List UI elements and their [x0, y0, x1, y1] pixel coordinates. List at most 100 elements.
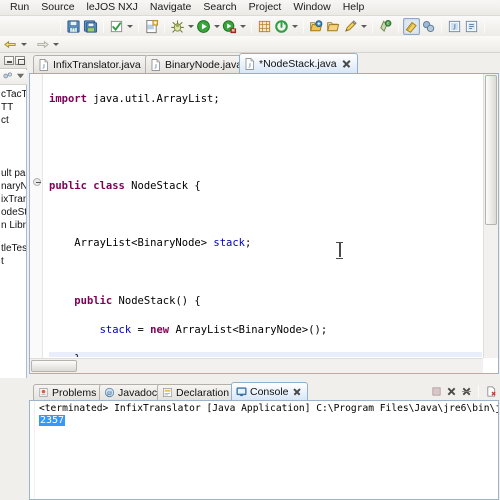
previous-annotation-icon[interactable] [2, 36, 19, 53]
editor-tab-nodestack[interactable]: J *NodeStack.java [239, 53, 358, 73]
tree-item[interactable]: TT [0, 101, 26, 114]
code-line: public class NodeStack { [49, 179, 201, 192]
perspective-other-icon[interactable] [420, 18, 437, 35]
main-toolbar: c J [0, 16, 500, 36]
tree-item[interactable]: cTacTo [0, 88, 26, 101]
close-icon[interactable] [342, 59, 351, 68]
new-element-icon[interactable] [256, 18, 273, 35]
svg-text:c: c [387, 20, 389, 25]
tree-item[interactable]: naryNod [0, 180, 26, 193]
run-external-icon[interactable] [221, 18, 238, 35]
fold-marker-icon[interactable] [33, 178, 41, 186]
scrollbar-thumb[interactable] [485, 75, 497, 225]
run-dropdown-icon[interactable] [212, 18, 221, 35]
tree-item[interactable]: odeStack [0, 206, 26, 219]
save-icon[interactable] [65, 18, 82, 35]
editor-tab-label: InfixTranslator.java [53, 58, 141, 71]
package-explorer-header [0, 53, 27, 69]
remove-all-terminated-icon[interactable] [459, 384, 473, 398]
menu-item-search[interactable]: Search [197, 0, 242, 15]
collapse-icon[interactable] [463, 18, 480, 35]
console-selected-text: 2357 [39, 415, 66, 426]
remove-launch-icon[interactable] [444, 384, 458, 398]
new-java-file-icon[interactable] [143, 18, 160, 35]
open-type-icon[interactable] [308, 18, 325, 35]
editor-tab-bar: J InfixTranslator.java J BinaryNode.java… [29, 53, 500, 73]
code-content[interactable]: import java.util.ArrayList; public class… [49, 78, 482, 357]
tree-item[interactable]: ct [0, 114, 26, 127]
run-external-dropdown-icon[interactable] [238, 18, 247, 35]
editor-area: J InfixTranslator.java J BinaryNode.java… [27, 53, 500, 378]
check-icon[interactable] [108, 18, 125, 35]
refresh-dropdown-icon[interactable] [290, 18, 299, 35]
toolbar-separator [478, 384, 479, 398]
scrollbar-thumb[interactable] [31, 360, 77, 372]
tree-item[interactable]: ult packa [0, 167, 26, 180]
perspective-java-icon[interactable] [403, 17, 420, 35]
terminate-icon[interactable] [429, 384, 443, 398]
editor-vertical-scrollbar[interactable] [483, 74, 498, 358]
editor-tab-binarynode[interactable]: J BinaryNode.java [145, 55, 250, 73]
console-output[interactable]: <terminated> InfixTranslator [Java Appli… [29, 400, 499, 500]
tree-item[interactable]: tleTest [0, 242, 26, 255]
console-toolbar [429, 383, 498, 399]
debug-dropdown-icon[interactable] [186, 18, 195, 35]
toolbar-separator [103, 19, 104, 33]
editor-tab-infixtranslator[interactable]: J InfixTranslator.java [33, 55, 148, 73]
tab-declaration[interactable]: Declaration [157, 384, 237, 400]
editor-horizontal-scrollbar[interactable] [30, 358, 483, 373]
debug-icon[interactable] [169, 18, 186, 35]
tab-problems[interactable]: Problems [33, 384, 104, 400]
search-icon[interactable]: c [377, 18, 394, 35]
maximize-view-button[interactable] [15, 56, 25, 65]
editor-tab-label: *NodeStack.java [259, 57, 337, 70]
toolbar-separator [60, 19, 61, 33]
tab-javadoc[interactable]: @ Javadoc [99, 384, 165, 400]
tree-item[interactable]: n Librar [0, 219, 26, 232]
check-dropdown-icon[interactable] [125, 18, 134, 35]
tab-console[interactable]: Console [231, 382, 308, 400]
save-all-icon[interactable] [82, 18, 99, 35]
toolbar-separator [484, 19, 485, 33]
marker-icon[interactable] [342, 18, 359, 35]
next-annotation-icon[interactable] [34, 36, 51, 53]
previous-annotation-dropdown-icon[interactable] [19, 36, 28, 53]
tree-item[interactable]: t [0, 255, 26, 268]
view-menu-icon[interactable] [2, 70, 14, 85]
console-tab-bar: Problems @ Javadoc Declaration Console [29, 382, 500, 400]
link-editor-icon[interactable]: J [446, 18, 463, 35]
next-annotation-dropdown-icon[interactable] [51, 36, 60, 53]
open-task-icon[interactable] [325, 18, 342, 35]
marker-dropdown-icon[interactable] [359, 18, 368, 35]
minimize-view-button[interactable] [4, 56, 14, 65]
java-editor[interactable]: import java.util.ArrayList; public class… [29, 73, 499, 374]
package-explorer-toolbar [0, 70, 27, 85]
console-left-rail [30, 401, 35, 499]
run-icon[interactable] [195, 18, 212, 35]
code-line-current: } [49, 351, 482, 357]
menu-item-run[interactable]: Run [4, 0, 35, 15]
svg-text:J: J [453, 22, 456, 31]
toolbar-separator [303, 19, 304, 33]
package-explorer-tree[interactable]: cTacTo TT ct ult packa naryNod ixTransl … [0, 86, 26, 378]
tab-label: Javadoc [118, 386, 158, 399]
view-dropdown-icon[interactable] [16, 71, 25, 83]
toolbar-separator [441, 19, 442, 33]
refresh-icon[interactable] [273, 18, 290, 35]
menu-item-window[interactable]: Window [287, 0, 336, 15]
menu-item-help[interactable]: Help [337, 0, 371, 15]
close-icon[interactable] [293, 388, 301, 396]
menu-item-project[interactable]: Project [243, 0, 288, 15]
svg-text:@: @ [107, 390, 113, 397]
clear-console-icon[interactable] [484, 384, 498, 398]
menu-item-lejos-nxj[interactable]: leJOS NXJ [81, 0, 144, 15]
editor-folding-gutter[interactable] [30, 74, 43, 373]
menu-item-navigate[interactable]: Navigate [144, 0, 197, 15]
menu-item-source[interactable]: Source [35, 0, 80, 15]
tab-label: Declaration [176, 386, 230, 399]
tree-item[interactable]: ixTransl [0, 193, 26, 206]
